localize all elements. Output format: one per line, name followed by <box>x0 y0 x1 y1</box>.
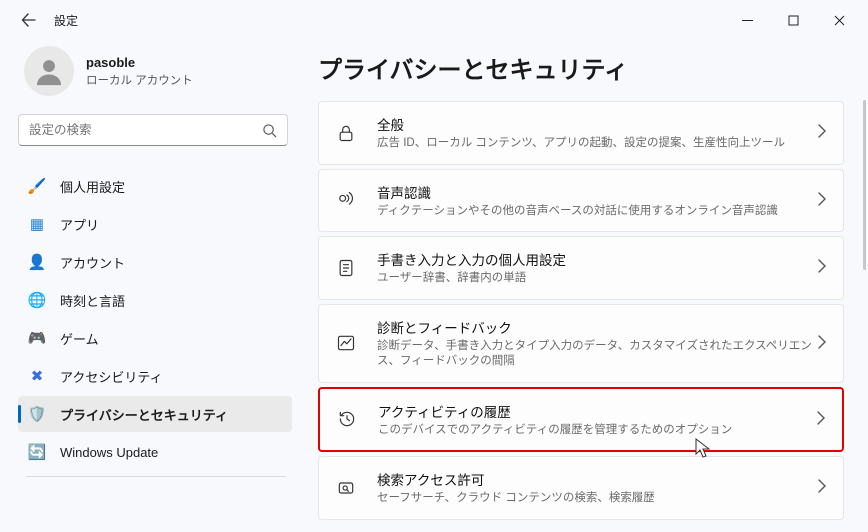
item-title: 手書き入力と入力の個人用設定 <box>377 249 817 269</box>
item-body: 検索アクセス許可セーフサーチ、クラウド コンテンツの検索、検索履歴 <box>377 469 817 507</box>
sidebar-item-2[interactable]: 👤 アカウント <box>18 244 292 280</box>
sidebar-item-1[interactable]: ▦ アプリ <box>18 206 292 242</box>
search-icon <box>333 475 359 501</box>
nav-icon: 🖌️ <box>28 177 46 195</box>
item-body: 診断とフィードバック診断データ、手書き入力とタイプ入力のデータ、カスタマイズされ… <box>377 317 817 370</box>
nav-icon: 👤 <box>28 253 46 271</box>
chevron-right-icon <box>817 192 827 209</box>
nav-icon: 🛡️ <box>28 405 46 423</box>
account-type: ローカル アカウント <box>86 72 193 88</box>
search-input[interactable] <box>29 123 262 137</box>
setting-item-3[interactable]: 診断とフィードバック診断データ、手書き入力とタイプ入力のデータ、カスタマイズされ… <box>318 304 844 383</box>
username: pasoble <box>86 55 193 70</box>
page-title: プライバシーとセキュリティ <box>318 50 844 85</box>
maximize-button[interactable] <box>770 4 816 36</box>
item-body: 手書き入力と入力の個人用設定ユーザー辞書、辞書内の単語 <box>377 249 817 287</box>
settings-list: 全般広告 ID、ローカル コンテンツ、アプリの起動、設定の提案、生産性向上ツール… <box>318 101 844 520</box>
item-title: 検索アクセス許可 <box>377 469 817 489</box>
item-title: アクティビティの履歴 <box>378 401 816 421</box>
nav-label: 時刻と言語 <box>60 291 125 310</box>
user-profile[interactable]: pasoble ローカル アカウント <box>18 44 292 110</box>
sidebar-divider <box>26 476 286 477</box>
user-icon <box>32 54 66 88</box>
sidebar-item-7[interactable]: 🔄 Windows Update <box>18 434 292 470</box>
window-controls <box>724 4 862 36</box>
setting-item-5[interactable]: 検索アクセス許可セーフサーチ、クラウド コンテンツの検索、検索履歴 <box>318 456 844 520</box>
item-title: 診断とフィードバック <box>377 317 817 337</box>
sidebar-item-0[interactable]: 🖌️ 個人用設定 <box>18 168 292 204</box>
voice-icon <box>333 187 359 213</box>
window-title: 設定 <box>54 12 78 29</box>
nav-icon: 🔄 <box>28 443 46 461</box>
item-description: 診断データ、手書き入力とタイプ入力のデータ、カスタマイズされたエクスペリエンス、… <box>377 339 817 370</box>
nav-icon: 🎮 <box>28 329 46 347</box>
sidebar-item-6[interactable]: 🛡️ プライバシーとセキュリティ <box>18 396 292 432</box>
minimize-button[interactable] <box>724 4 770 36</box>
item-description: このデバイスでのアクティビティの履歴を管理するためのオプション <box>378 423 816 439</box>
search-icon <box>262 123 277 138</box>
avatar <box>24 46 74 96</box>
history-icon <box>334 406 360 432</box>
titlebar: 設定 <box>0 0 868 40</box>
item-body: アクティビティの履歴このデバイスでのアクティビティの履歴を管理するためのオプショ… <box>378 401 816 439</box>
setting-item-2[interactable]: 手書き入力と入力の個人用設定ユーザー辞書、辞書内の単語 <box>318 236 844 300</box>
chevron-right-icon <box>817 259 827 276</box>
lock-icon <box>333 120 359 146</box>
close-icon <box>834 15 845 26</box>
minimize-icon <box>742 15 753 26</box>
back-button[interactable] <box>18 9 40 31</box>
nav-label: Windows Update <box>60 445 158 460</box>
item-body: 音声認識ディクテーションやその他の音声ベースの対話に使用するオンライン音声認識 <box>377 182 817 220</box>
chevron-right-icon <box>817 479 827 496</box>
nav-label: ゲーム <box>60 329 99 348</box>
close-button[interactable] <box>816 4 862 36</box>
sidebar: pasoble ローカル アカウント 🖌️ 個人用設定 ▦ アプリ 👤 アカウント 🌐 時刻と… <box>0 40 300 532</box>
item-body: 全般広告 ID、ローカル コンテンツ、アプリの起動、設定の提案、生産性向上ツール <box>377 114 817 152</box>
nav-icon: 🌐 <box>28 291 46 309</box>
search-box[interactable] <box>18 114 288 146</box>
nav-label: アカウント <box>60 253 125 272</box>
sidebar-item-3[interactable]: 🌐 時刻と言語 <box>18 282 292 318</box>
nav-label: プライバシーとセキュリティ <box>60 405 228 424</box>
nav-icon: ▦ <box>28 215 46 233</box>
scrollbar[interactable] <box>863 100 866 270</box>
item-title: 全般 <box>377 114 817 134</box>
item-description: 広告 ID、ローカル コンテンツ、アプリの起動、設定の提案、生産性向上ツール <box>377 136 817 152</box>
nav-label: アプリ <box>60 215 99 234</box>
nav-label: アクセシビリティ <box>60 367 163 386</box>
arrow-left-icon <box>21 12 37 28</box>
setting-item-1[interactable]: 音声認識ディクテーションやその他の音声ベースの対話に使用するオンライン音声認識 <box>318 169 844 233</box>
nav-icon: ✖ <box>28 367 46 385</box>
main-content: プライバシーとセキュリティ 全般広告 ID、ローカル コンテンツ、アプリの起動、… <box>300 40 868 532</box>
item-title: 音声認識 <box>377 182 817 202</box>
chevron-right-icon <box>816 411 826 428</box>
item-description: ユーザー辞書、辞書内の単語 <box>377 271 817 287</box>
setting-item-0[interactable]: 全般広告 ID、ローカル コンテンツ、アプリの起動、設定の提案、生産性向上ツール <box>318 101 844 165</box>
maximize-icon <box>788 15 799 26</box>
item-description: ディクテーションやその他の音声ベースの対話に使用するオンライン音声認識 <box>377 204 817 220</box>
chevron-right-icon <box>817 124 827 141</box>
sidebar-item-4[interactable]: 🎮 ゲーム <box>18 320 292 356</box>
nav-label: 個人用設定 <box>60 177 125 196</box>
nav-list: 🖌️ 個人用設定 ▦ アプリ 👤 アカウント 🌐 時刻と言語 🎮 ゲーム ✖ アクセシビリティ 🛡️ プラ… <box>18 168 292 470</box>
note-icon <box>333 255 359 281</box>
setting-item-4[interactable]: アクティビティの履歴このデバイスでのアクティビティの履歴を管理するためのオプショ… <box>318 387 844 453</box>
item-description: セーフサーチ、クラウド コンテンツの検索、検索履歴 <box>377 491 817 507</box>
chevron-right-icon <box>817 335 827 352</box>
chart-icon <box>333 330 359 356</box>
sidebar-item-5[interactable]: ✖ アクセシビリティ <box>18 358 292 394</box>
